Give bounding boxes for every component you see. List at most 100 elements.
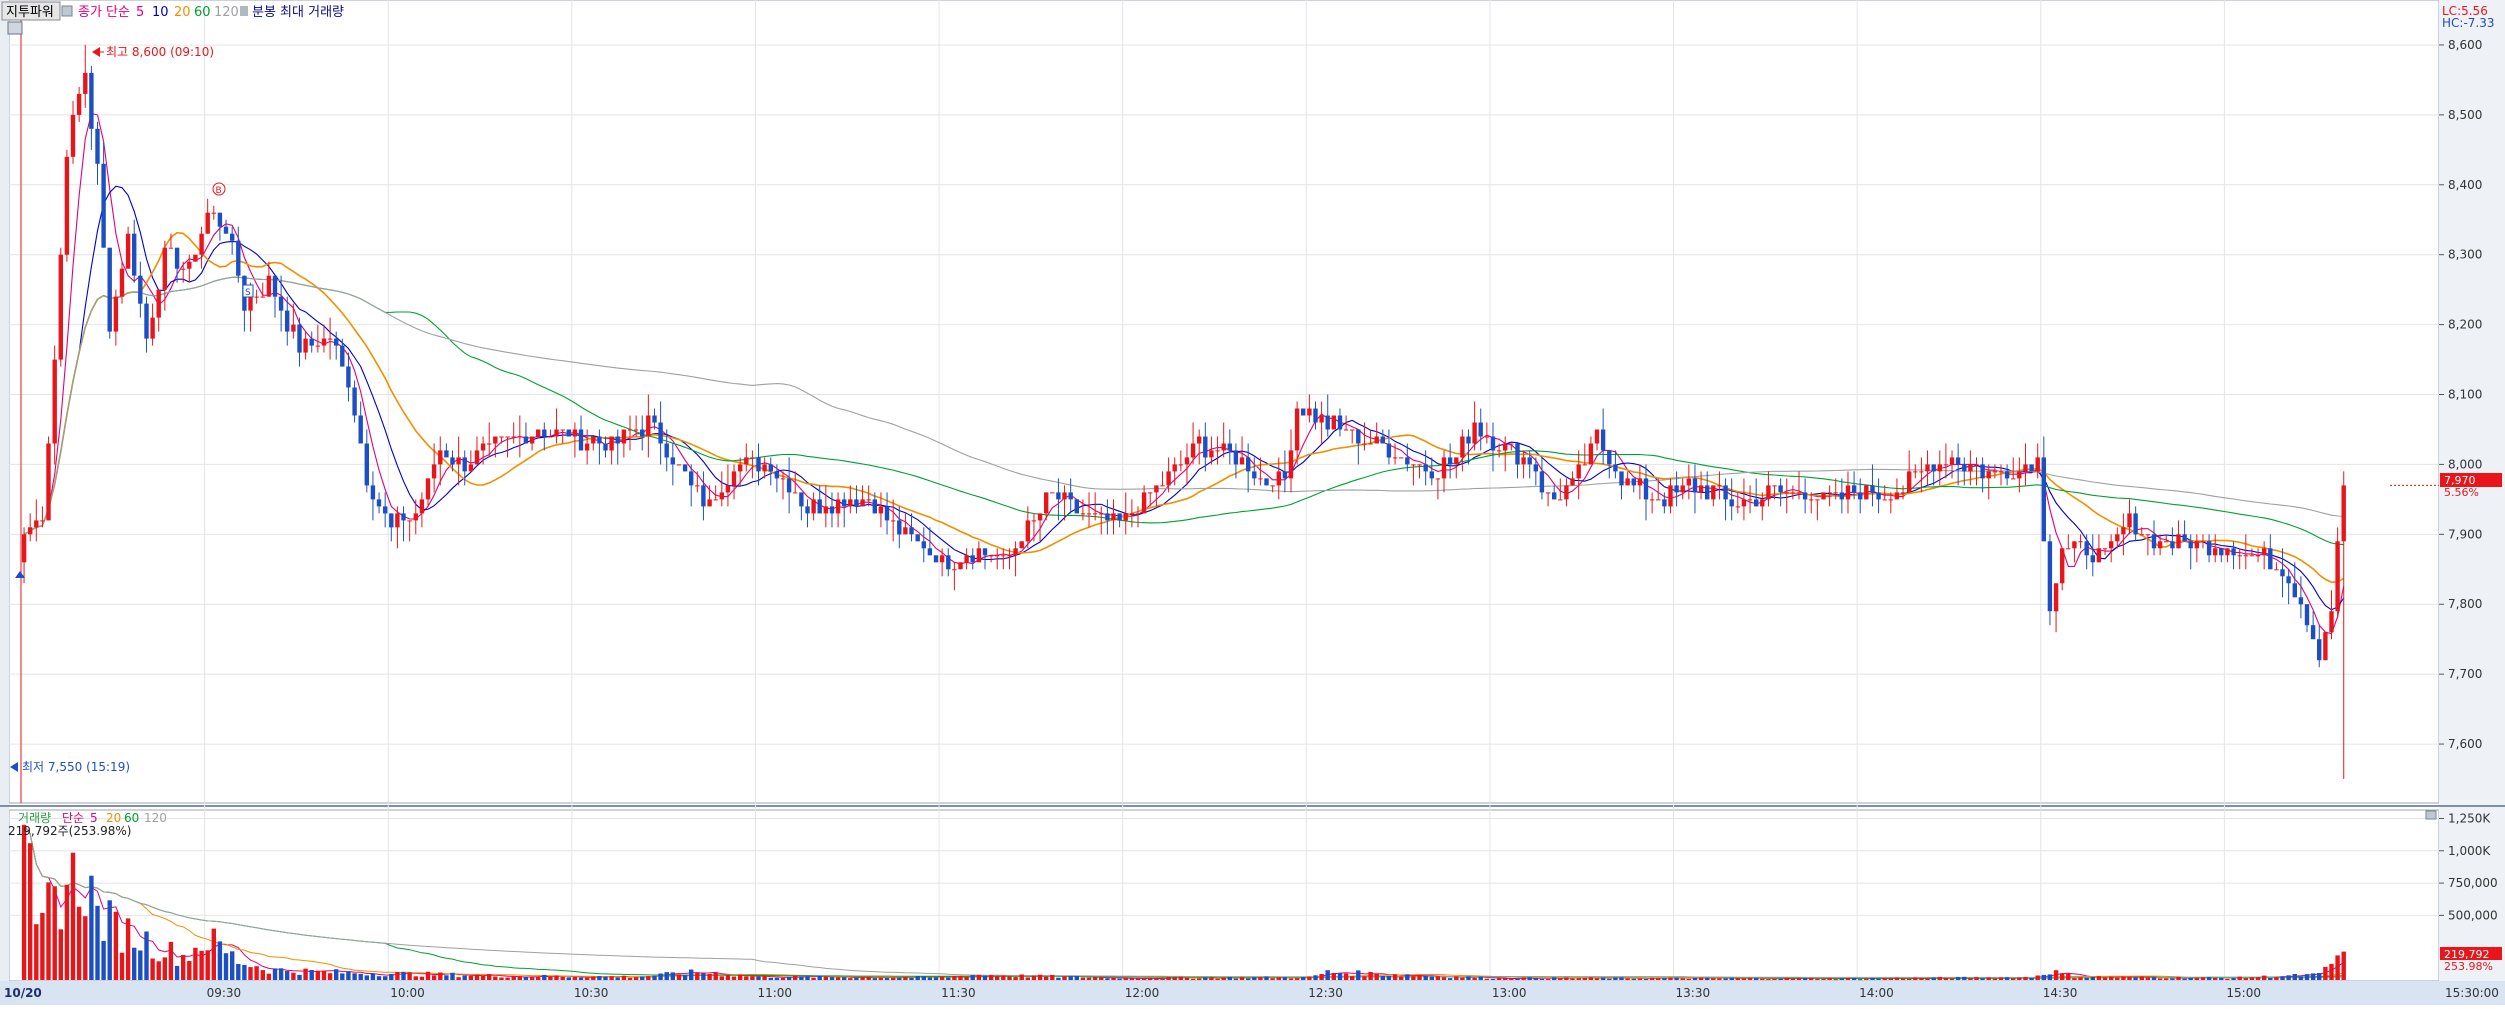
volume-bar [1925, 978, 1930, 980]
volume-bar [2268, 978, 2273, 980]
volume-bar [468, 976, 474, 980]
candle [805, 506, 810, 514]
volume-bar [1943, 978, 1949, 980]
candle [1515, 443, 1520, 465]
candle [1399, 457, 1404, 459]
candle [340, 345, 345, 367]
volume-bar [1050, 975, 1055, 980]
candle [1209, 450, 1214, 458]
candle [1766, 485, 1771, 500]
volume-bar [995, 976, 1000, 980]
candle [401, 513, 406, 521]
candle [1154, 485, 1159, 493]
candle [2182, 534, 2187, 542]
volume-bar [1319, 974, 1324, 980]
candle [1882, 499, 1887, 501]
candle [1839, 492, 1844, 500]
candle [1741, 499, 1747, 507]
volume-pane[interactable] [8, 809, 2440, 982]
candle [884, 506, 890, 521]
candle [1796, 492, 1802, 494]
candle [2145, 534, 2151, 536]
volume-legend-label: 거래량 [18, 811, 51, 825]
candle [1552, 492, 1557, 500]
volume-bar [884, 977, 890, 980]
candle [2060, 548, 2065, 584]
volume-bar [28, 843, 33, 980]
candle [1099, 513, 1104, 515]
volume-bar [707, 974, 712, 980]
candle [1937, 464, 1942, 472]
candle [132, 233, 137, 276]
volume-bar [370, 973, 376, 980]
volume-bar [2286, 975, 2291, 980]
volume-bar [970, 975, 975, 980]
volume-bar [1625, 978, 1630, 980]
candle [2096, 548, 2102, 563]
candle [474, 450, 480, 465]
volume-bar [1515, 978, 1520, 980]
volume-bar [1056, 977, 1061, 980]
volume-bar [2060, 973, 2065, 980]
price-pane[interactable] [8, 0, 2440, 804]
volume-bar [1631, 978, 1636, 980]
candle [768, 464, 773, 472]
candle [860, 499, 865, 507]
volume-bar [2219, 977, 2224, 980]
candle [1423, 464, 1428, 472]
volume-bar [1447, 978, 1453, 980]
volume-bar [1227, 977, 1232, 980]
candle [1643, 478, 1649, 500]
time-axis-bar [0, 981, 2505, 1005]
candle [395, 513, 400, 528]
candle [2029, 464, 2034, 472]
volume-bar [272, 968, 278, 980]
time-tick-label: 15:30:00 [2445, 986, 2499, 1000]
volume-bar [1552, 977, 1557, 980]
volume-bar [1135, 978, 1141, 980]
volume-bar [560, 976, 565, 980]
candle [1894, 492, 1900, 500]
volume-bar [285, 971, 290, 980]
candle [1013, 548, 1018, 556]
candle [1331, 415, 1336, 430]
volume-bar [1686, 978, 1691, 980]
time-tick-label: 09:30 [207, 986, 242, 1000]
candle [1405, 457, 1410, 465]
candle [817, 499, 822, 514]
volume-bar [1643, 978, 1649, 980]
candle [719, 492, 724, 500]
candle [2090, 555, 2095, 563]
candle [1662, 499, 1667, 507]
volume-bar [1821, 978, 1826, 980]
candle [193, 254, 198, 262]
volume-bar [2200, 977, 2206, 980]
volume-bar [897, 977, 902, 980]
volume-bar [2066, 973, 2071, 980]
candle [28, 527, 33, 535]
volume-bar [933, 977, 939, 980]
candle [2121, 527, 2126, 535]
candle [211, 212, 216, 214]
volume-bar [1900, 978, 1906, 980]
candle [664, 443, 669, 458]
candlestick-chart[interactable]: 7,600 7,700 7,800 7,900 8,000 8,100 8,200 8,300… [0, 0, 2505, 1005]
volume-pane-toggle-icon[interactable] [2425, 810, 2437, 820]
volume-bar [1680, 978, 1685, 980]
candle [1821, 492, 1826, 500]
volume-bar [1827, 978, 1832, 980]
legend-toggle-icon[interactable] [61, 5, 73, 17]
volume-bar [548, 976, 553, 980]
candle [2206, 541, 2212, 556]
volume-bar [303, 968, 308, 980]
candle [1037, 513, 1043, 521]
volume-bar [1692, 977, 1698, 980]
candle [150, 317, 155, 339]
time-tick-label: 11:00 [757, 986, 792, 1000]
tool-label[interactable]: 지투파워 [6, 5, 54, 20]
volume-bar [1576, 978, 1581, 980]
settings-grid-icon[interactable] [7, 21, 23, 35]
candle [744, 457, 749, 465]
candle [793, 492, 798, 494]
candle [848, 499, 853, 507]
